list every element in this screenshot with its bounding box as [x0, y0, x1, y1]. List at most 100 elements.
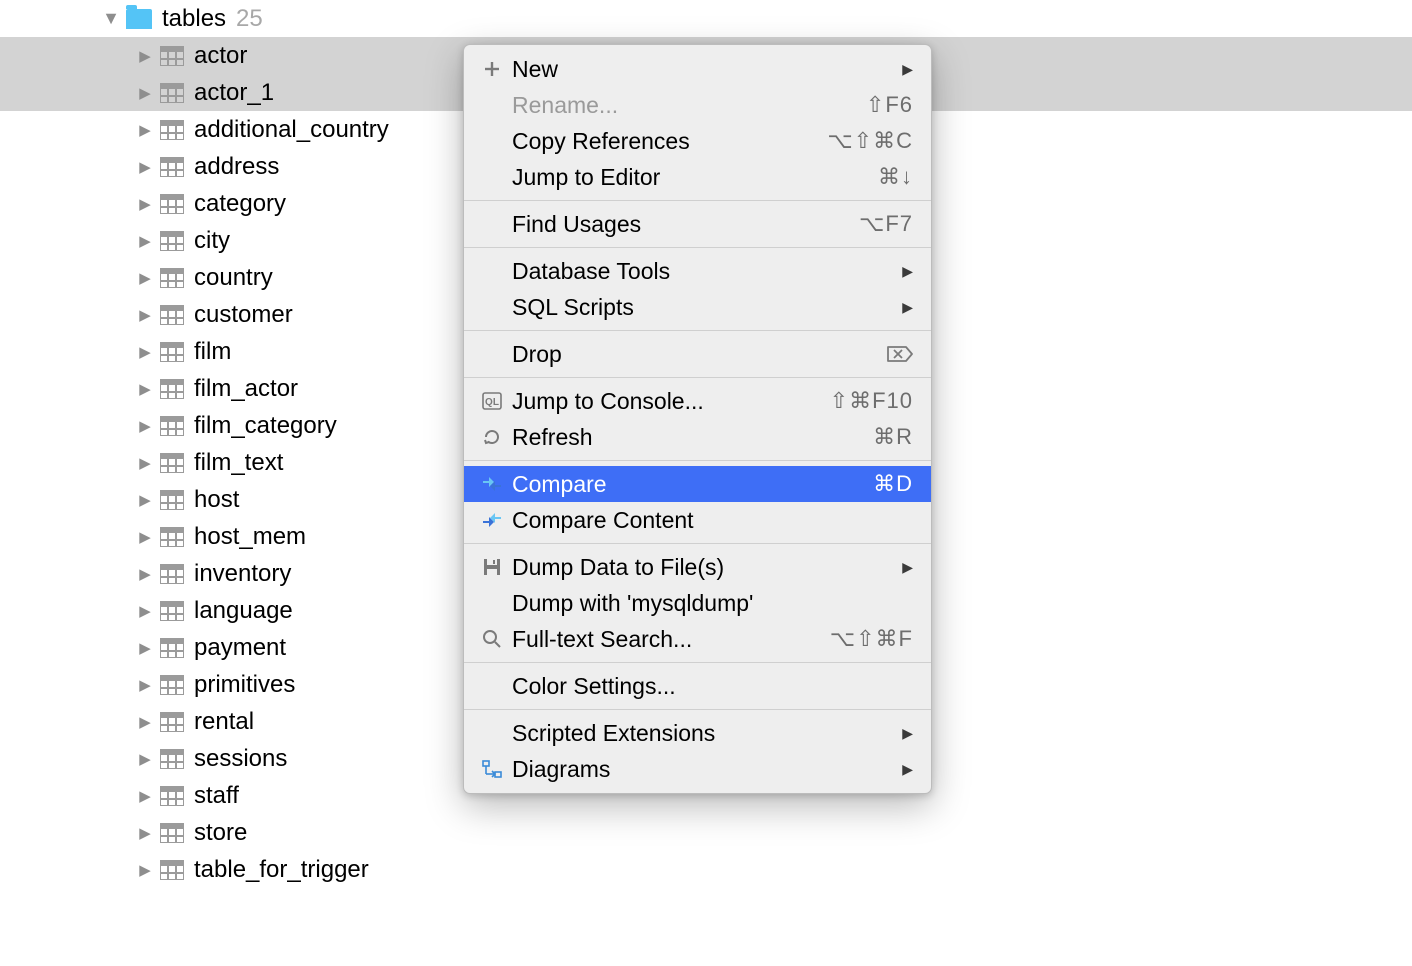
menu-separator [464, 709, 931, 710]
menu-item-label: Compare Content [506, 507, 913, 534]
table-icon [160, 823, 184, 843]
chevron-right-icon[interactable] [134, 119, 156, 140]
menu-item-diagrams[interactable]: Diagrams▶ [464, 751, 931, 787]
chevron-right-icon[interactable] [134, 489, 156, 510]
submenu-arrow-icon: ▶ [902, 725, 913, 742]
chevron-right-icon[interactable] [134, 45, 156, 66]
chevron-right-icon[interactable] [134, 674, 156, 695]
folder-icon [126, 9, 152, 29]
cmpc-icon [478, 511, 506, 529]
menu-item-sql-scripts[interactable]: SQL Scripts▶ [464, 289, 931, 325]
submenu-arrow-icon: ▶ [902, 263, 913, 280]
tree-item-label: primitives [194, 671, 295, 699]
menu-item-compare[interactable]: Compare⌘D [464, 466, 931, 502]
chevron-right-icon[interactable] [134, 563, 156, 584]
chevron-right-icon[interactable] [134, 341, 156, 362]
table-icon [160, 527, 184, 547]
menu-item-scripted-extensions[interactable]: Scripted Extensions▶ [464, 715, 931, 751]
menu-item-dump-data-to-file-s[interactable]: Dump Data to File(s)▶ [464, 549, 931, 585]
menu-item-database-tools[interactable]: Database Tools▶ [464, 253, 931, 289]
chevron-right-icon[interactable] [134, 822, 156, 843]
tree-item-label: host [194, 486, 239, 514]
chevron-right-icon[interactable] [134, 711, 156, 732]
table-icon [160, 46, 184, 66]
menu-item-jump-to-editor[interactable]: Jump to Editor⌘↓ [464, 159, 931, 195]
search-icon [478, 629, 506, 649]
chevron-right-icon[interactable] [134, 267, 156, 288]
table-icon [160, 416, 184, 436]
tree-item-label: staff [194, 782, 239, 810]
tree-item-label: inventory [194, 560, 291, 588]
chevron-right-icon[interactable] [134, 600, 156, 621]
menu-separator [464, 247, 931, 248]
ql-icon: QL [478, 392, 506, 410]
menu-item-label: Rename... [506, 92, 866, 119]
menu-item-find-usages[interactable]: Find Usages⌥F7 [464, 206, 931, 242]
tree-item-store[interactable]: store [0, 814, 1412, 851]
chevron-right-icon[interactable] [134, 859, 156, 880]
tree-item-table_for_trigger[interactable]: table_for_trigger [0, 851, 1412, 888]
table-icon [160, 638, 184, 658]
menu-shortcut: ⇧⌘F10 [830, 388, 913, 414]
folder-count: 25 [236, 5, 263, 33]
chevron-right-icon[interactable] [134, 230, 156, 251]
menu-item-jump-to-console[interactable]: QLJump to Console...⇧⌘F10 [464, 383, 931, 419]
menu-item-full-text-search[interactable]: Full-text Search...⌥⇧⌘F [464, 621, 931, 657]
tree-item-label: language [194, 597, 293, 625]
table-icon [160, 860, 184, 880]
tree-item-label: film [194, 338, 231, 366]
chevron-right-icon[interactable] [134, 637, 156, 658]
tree-item-label: actor [194, 42, 247, 70]
menu-item-new[interactable]: New▶ [464, 51, 931, 87]
tree-item-label: sessions [194, 745, 287, 773]
table-icon [160, 268, 184, 288]
plus-icon [478, 60, 506, 78]
menu-item-label: Dump Data to File(s) [506, 554, 902, 581]
menu-item-label: Color Settings... [506, 673, 913, 700]
chevron-right-icon[interactable] [134, 378, 156, 399]
menu-separator [464, 330, 931, 331]
chevron-right-icon[interactable] [134, 748, 156, 769]
table-icon [160, 231, 184, 251]
menu-item-label: Dump with 'mysqldump' [506, 590, 913, 617]
menu-item-label: Compare [506, 471, 873, 498]
submenu-arrow-icon: ▶ [902, 559, 913, 576]
submenu-arrow-icon: ▶ [902, 761, 913, 778]
menu-shortcut: ⌘↓ [878, 164, 913, 190]
chevron-right-icon[interactable] [134, 785, 156, 806]
drop-icon [887, 344, 913, 364]
menu-shortcut: ⇧F6 [866, 92, 913, 118]
chevron-right-icon[interactable] [134, 415, 156, 436]
tree-folder-tables[interactable]: tables 25 [0, 0, 1412, 37]
menu-item-refresh[interactable]: Refresh⌘R [464, 419, 931, 455]
tree-item-label: film_category [194, 412, 337, 440]
chevron-right-icon[interactable] [134, 193, 156, 214]
menu-item-color-settings[interactable]: Color Settings... [464, 668, 931, 704]
table-icon [160, 490, 184, 510]
table-icon [160, 564, 184, 584]
chevron-right-icon[interactable] [134, 156, 156, 177]
menu-shortcut: ⌘R [873, 424, 913, 450]
tree-item-label: host_mem [194, 523, 306, 551]
table-icon [160, 712, 184, 732]
menu-shortcut: ⌥⇧⌘C [827, 128, 913, 154]
chevron-down-icon[interactable] [100, 8, 122, 29]
diagram-icon [478, 760, 506, 778]
menu-separator [464, 460, 931, 461]
chevron-right-icon[interactable] [134, 526, 156, 547]
table-icon [160, 786, 184, 806]
table-icon [160, 342, 184, 362]
menu-item-copy-references[interactable]: Copy References⌥⇧⌘C [464, 123, 931, 159]
menu-item-drop[interactable]: Drop [464, 336, 931, 372]
menu-item-compare-content[interactable]: Compare Content [464, 502, 931, 538]
tree-item-label: address [194, 153, 279, 181]
chevron-right-icon[interactable] [134, 304, 156, 325]
context-menu: New▶ Rename...⇧F6 Copy References⌥⇧⌘CJump … [463, 44, 932, 794]
chevron-right-icon[interactable] [134, 82, 156, 103]
menu-item-dump-with-mysqldump[interactable]: Dump with 'mysqldump' [464, 585, 931, 621]
table-icon [160, 194, 184, 214]
chevron-right-icon[interactable] [134, 452, 156, 473]
table-icon [160, 120, 184, 140]
table-icon [160, 453, 184, 473]
tree-item-label: additional_country [194, 116, 389, 144]
